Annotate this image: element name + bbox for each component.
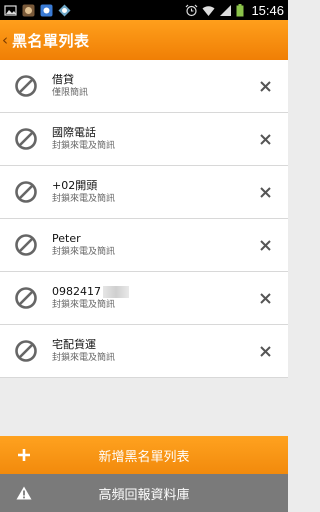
- list-item-title: +02開頭: [52, 179, 98, 192]
- list-item[interactable]: Peter 封鎖來電及簡訊: [0, 219, 288, 272]
- page-title[interactable]: 黑名單列表: [12, 30, 90, 51]
- report-database-button[interactable]: 高頻回報資料庫: [0, 474, 288, 512]
- close-icon[interactable]: [250, 336, 280, 366]
- list-item-subtitle: 封鎖來電及簡訊: [52, 194, 116, 204]
- block-icon: [15, 128, 37, 150]
- list-item[interactable]: 借貸 僅限簡訊: [0, 60, 288, 113]
- list-item-text: Peter 封鎖來電及簡訊: [52, 232, 250, 258]
- redacted-digits: [103, 286, 129, 298]
- close-icon[interactable]: [250, 71, 280, 101]
- plus-icon: [15, 446, 33, 464]
- list-item-text: 國際電話 封鎖來電及簡訊: [52, 126, 250, 152]
- close-icon[interactable]: [250, 283, 280, 313]
- list-item-subtitle: 封鎖來電及簡訊: [52, 247, 116, 257]
- block-icon: [15, 287, 37, 309]
- list-item-text: +02開頭 封鎖來電及簡訊: [52, 179, 250, 205]
- wifi-icon: [202, 5, 215, 16]
- list-item[interactable]: 0982417 封鎖來電及簡訊: [0, 272, 288, 325]
- block-icon: [15, 234, 37, 256]
- list-item-title: 0982417: [52, 285, 101, 298]
- list-item-title: 借貸: [52, 73, 74, 86]
- list-item-subtitle: 封鎖來電及簡訊: [52, 300, 116, 310]
- signal-icon: [220, 4, 232, 16]
- block-icon: [15, 75, 37, 97]
- list-item[interactable]: 國際電話 封鎖來電及簡訊: [0, 113, 288, 166]
- list-item-title: 國際電話: [52, 126, 96, 139]
- clock-time: 15:46: [251, 2, 284, 18]
- list-item-subtitle: 封鎖來電及簡訊: [52, 353, 116, 363]
- list-item-title: 宅配貨運: [52, 338, 96, 351]
- list-item-title-wrap: 0982417: [52, 285, 250, 299]
- app-header: ‹ 黑名單列表: [0, 20, 288, 60]
- list-item-text: 宅配貨運 封鎖來電及簡訊: [52, 338, 250, 364]
- block-icon: [15, 340, 37, 362]
- close-icon[interactable]: [250, 177, 280, 207]
- list-item-subtitle: 僅限簡訊: [52, 88, 89, 98]
- battery-icon: [236, 3, 244, 16]
- close-icon[interactable]: [250, 230, 280, 260]
- app-icon: [22, 4, 35, 16]
- list-item-title: Peter: [52, 232, 81, 245]
- app-icon: [40, 4, 53, 16]
- list-item[interactable]: +02開頭 封鎖來電及簡訊: [0, 166, 288, 219]
- app-icon: [58, 4, 71, 16]
- block-icon: [15, 181, 37, 203]
- list-item-text: 0982417 封鎖來電及簡訊: [52, 285, 250, 311]
- status-bar: 15:46: [0, 0, 288, 20]
- image-icon: [4, 4, 17, 16]
- list-item-text: 借貸 僅限簡訊: [52, 73, 250, 99]
- report-database-label: 高頻回報資料庫: [98, 487, 190, 503]
- warning-icon: [15, 484, 33, 502]
- list-item[interactable]: 宅配貨運 封鎖來電及簡訊: [0, 325, 288, 378]
- blacklist-list: 借貸 僅限簡訊 國際電話 封鎖來電及簡訊 +02開頭 封鎖來電及簡訊 Peter…: [0, 60, 288, 378]
- chevron-left-icon[interactable]: ‹: [2, 32, 12, 48]
- alarm-icon: [186, 4, 198, 16]
- add-blacklist-label: 新增黑名單列表: [98, 449, 190, 465]
- close-icon[interactable]: [250, 124, 280, 154]
- list-item-subtitle: 封鎖來電及簡訊: [52, 141, 116, 151]
- add-blacklist-button[interactable]: 新增黑名單列表: [0, 436, 288, 474]
